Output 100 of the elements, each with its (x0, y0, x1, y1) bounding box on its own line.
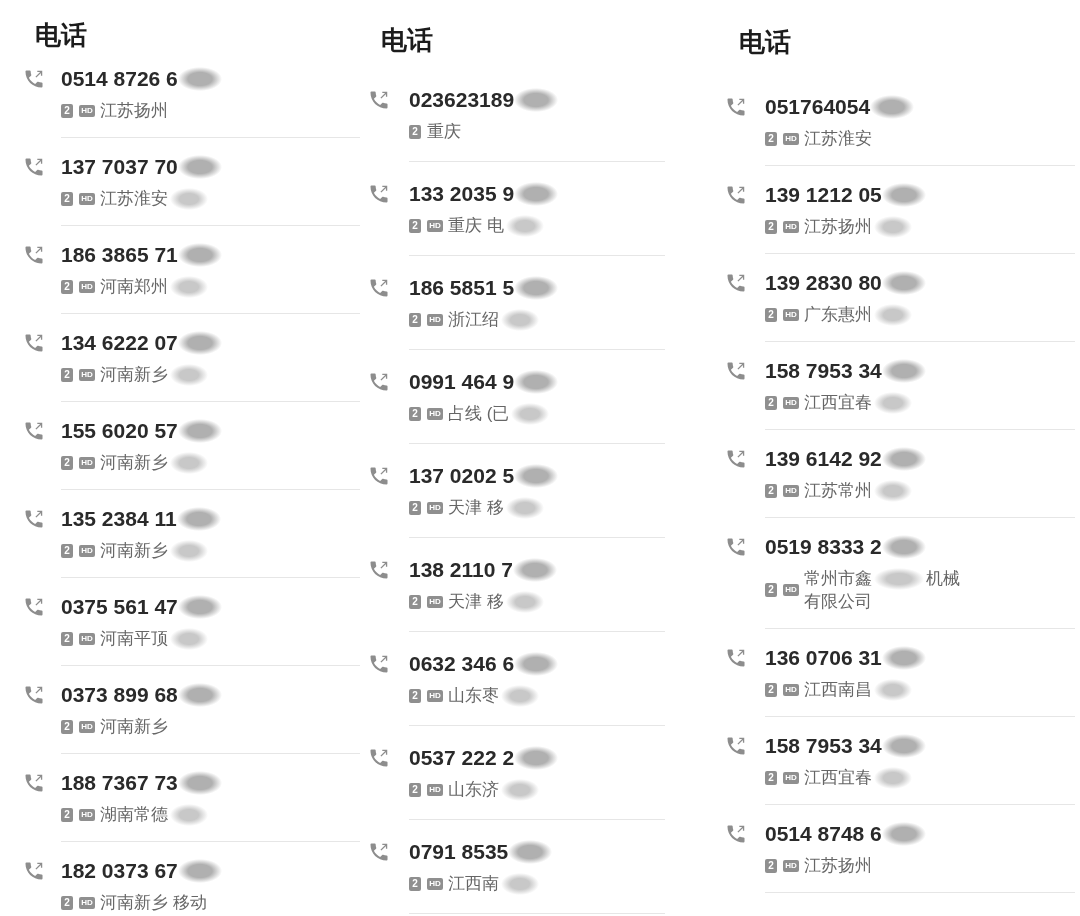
hd-badge: HD (79, 192, 95, 205)
phone-number: 139 2830 80 (765, 270, 882, 296)
sim-badge: 2 (61, 719, 73, 734)
sim-badge: 2 (409, 312, 421, 327)
sim-badge: 2 (765, 583, 777, 597)
caller-location: 河南新乡 (100, 451, 168, 474)
hd-badge: HD (783, 484, 799, 497)
caller-location: 河南新乡 (100, 715, 168, 738)
phone-number: 188 7367 73 (61, 770, 178, 796)
phone-number: 138 2110 7 (409, 557, 513, 583)
sim-badge: 2 (409, 406, 421, 421)
hd-badge: HD (79, 632, 95, 645)
sim-badge: 2 (409, 500, 421, 515)
sim-badge: 2 (61, 279, 73, 294)
outgoing-call-icon (727, 737, 745, 755)
outgoing-call-icon (25, 422, 43, 440)
phone-number: 158 7953 34 (765, 358, 882, 384)
sim-badge: 2 (765, 307, 777, 322)
hd-badge: HD (783, 132, 799, 145)
outgoing-call-icon (25, 862, 43, 880)
sim-badge: 2 (765, 395, 777, 410)
hd-badge: HD (427, 407, 443, 420)
phone-number: 0519 8333 2 (765, 534, 882, 560)
outgoing-call-icon (25, 774, 43, 792)
page-title: 电话 (381, 25, 433, 55)
phone-number: 0632 346 6 (409, 651, 515, 677)
hd-badge: HD (427, 219, 443, 232)
page-title: 电话 (739, 27, 791, 57)
outgoing-call-icon (727, 362, 745, 380)
outgoing-call-icon (727, 186, 745, 204)
phone-number: 134 6222 07 (61, 330, 178, 356)
sim-badge: 2 (765, 131, 777, 146)
outgoing-call-icon (25, 246, 43, 264)
phone-number: 158 7953 34 (765, 733, 882, 759)
sim-badge: 2 (61, 631, 73, 646)
sim-badge: 2 (765, 682, 777, 697)
phone-number: 051764054 (765, 94, 871, 120)
caller-location: 江苏常州 (804, 479, 872, 502)
caller-location: 浙江绍 (448, 308, 499, 331)
sim-badge: 2 (409, 688, 421, 703)
sim-badge: 2 (409, 876, 421, 891)
outgoing-call-icon (25, 598, 43, 616)
caller-location: 江西南 (448, 872, 499, 895)
hd-badge: HD (79, 104, 95, 117)
hd-badge: HD (79, 808, 95, 821)
phone-number: 0791 8535 (409, 839, 509, 865)
outgoing-call-icon (727, 450, 745, 468)
caller-location: 河南郑州 (100, 275, 168, 298)
page-title: 电话 (35, 20, 87, 50)
outgoing-call-icon (727, 274, 745, 292)
caller-location: 广东惠州 (804, 303, 872, 326)
sim-badge: 2 (61, 807, 73, 822)
outgoing-call-icon (727, 825, 745, 843)
sim-badge: 2 (765, 483, 777, 498)
caller-location: 河南新乡 (100, 539, 168, 562)
hd-badge: HD (79, 544, 95, 557)
outgoing-call-icon (727, 98, 745, 116)
phone-number: 186 5851 5 (409, 275, 515, 301)
sim-badge: 2 (61, 367, 73, 382)
phone-number: 137 7037 70 (61, 154, 178, 180)
caller-location: 河南平顶 (100, 627, 168, 650)
outgoing-call-icon (25, 510, 43, 528)
outgoing-call-icon (727, 649, 745, 667)
hd-badge: HD (79, 280, 95, 293)
hd-badge: HD (427, 595, 443, 608)
caller-location: 占线 (已 (448, 402, 510, 425)
phone-number: 0991 464 9 (409, 369, 515, 395)
phone-number: 182 0373 67 (61, 858, 178, 884)
hd-badge: HD (783, 396, 799, 409)
outgoing-call-icon (370, 279, 388, 297)
caller-location: 有限公司 (804, 590, 872, 613)
sim-badge: 2 (61, 895, 73, 910)
sim-badge: 2 (409, 782, 421, 797)
sim-badge: 2 (765, 858, 777, 873)
phone-number: 0373 899 68 (61, 682, 178, 708)
sim-badge: 2 (61, 103, 73, 118)
hd-badge: HD (427, 689, 443, 702)
sim-badge: 2 (61, 191, 73, 206)
outgoing-call-icon (370, 467, 388, 485)
caller-location: 山东济 (448, 778, 499, 801)
hd-badge: HD (427, 877, 443, 890)
outgoing-call-icon (370, 373, 388, 391)
sim-badge: 2 (409, 124, 421, 139)
caller-location: 重庆 (427, 120, 461, 143)
phone-number: 155 6020 57 (61, 418, 178, 444)
caller-location: 江苏扬州 (100, 99, 168, 122)
sim-badge: 2 (61, 455, 73, 470)
outgoing-call-icon (25, 70, 43, 88)
hd-badge: HD (783, 584, 799, 596)
phone-number: 0514 8748 6 (765, 821, 882, 847)
outgoing-call-icon (727, 538, 745, 556)
hd-badge: HD (79, 896, 95, 909)
caller-location: 河南新乡 移动 (100, 891, 207, 914)
phone-number: 133 2035 9 (409, 181, 515, 207)
caller-location: 山东枣 (448, 684, 499, 707)
phone-number: 135 2384 11 (61, 506, 177, 532)
outgoing-call-icon (370, 561, 388, 579)
hd-badge: HD (79, 456, 95, 469)
caller-location: 天津 移 (448, 590, 504, 613)
caller-location: 湖南常德 (100, 803, 168, 826)
